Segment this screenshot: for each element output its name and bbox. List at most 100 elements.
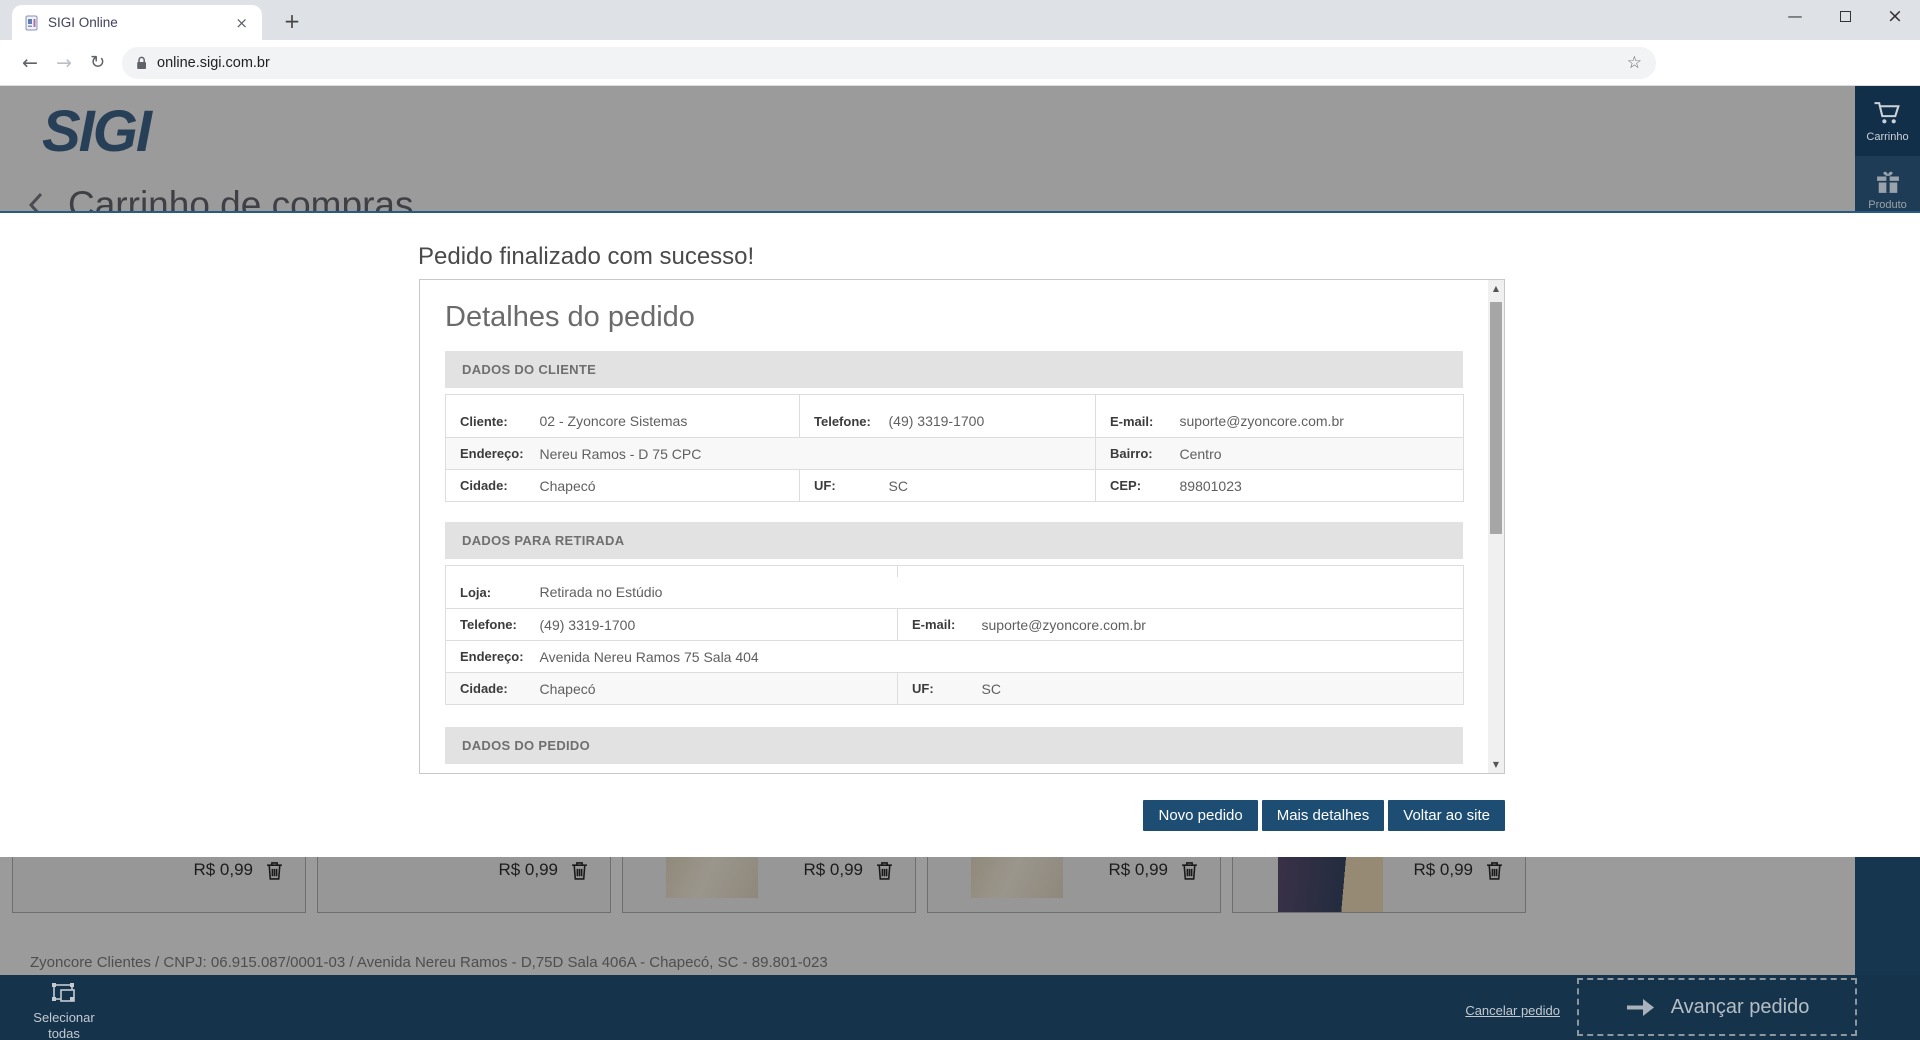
field-value: SC — [978, 673, 1464, 705]
window-close-button[interactable]: × — [1870, 0, 1920, 32]
advance-order-label: Avançar pedido — [1671, 996, 1810, 1019]
field-value: Chapecó — [536, 673, 898, 705]
new-order-button[interactable]: Novo pedido — [1143, 800, 1257, 831]
field-value: 89801023 — [1176, 470, 1464, 502]
field-value: Avenida Nereu Ramos 75 Sala 404 — [536, 641, 1464, 673]
address-bar[interactable]: online.sigi.com.br ☆ — [122, 47, 1656, 79]
order-success-modal: Pedido finalizado com sucesso! Detalhes … — [0, 211, 1920, 857]
order-details-content: Detalhes do pedido DADOS DO CLIENTE Clie… — [420, 280, 1488, 773]
client-data-table: Cliente: 02 - Zyoncore Sistemas Telefone… — [445, 394, 1464, 502]
scroll-down-icon[interactable]: ▼ — [1488, 760, 1504, 769]
field-value: Nereu Ramos - D 75 CPC — [536, 438, 1096, 470]
table-row: Cidade: Chapecó UF: SC CEP: 89801023 — [446, 470, 1464, 502]
browser-window: SIGI Online × + — × ← → ↻ online.sigi.co… — [0, 0, 1920, 1040]
field-value: 02 - Zyoncore Sistemas — [536, 406, 800, 438]
field-label: Telefone: — [800, 406, 885, 438]
field-value: SC — [885, 470, 1096, 502]
field-value: (49) 3319-1700 — [536, 609, 898, 641]
forward-icon[interactable]: → — [56, 52, 72, 74]
details-heading: Detalhes do pedido — [445, 301, 1463, 335]
window-controls: — × — [1770, 0, 1920, 32]
tab-close-icon[interactable]: × — [231, 14, 252, 32]
table-row: Endereço: Avenida Nereu Ramos 75 Sala 40… — [446, 641, 1464, 673]
sigi-logo: SIGI — [42, 98, 150, 165]
field-value: suporte@zyoncore.com.br — [978, 609, 1464, 641]
panel-scrollbar[interactable]: ▲ ▼ — [1488, 280, 1504, 773]
table-row: Loja: Retirada no Estúdio — [446, 577, 1464, 609]
field-value: suporte@zyoncore.com.br — [1176, 406, 1464, 438]
new-tab-button[interactable]: + — [278, 8, 306, 36]
more-details-button[interactable]: Mais detalhes — [1262, 800, 1385, 831]
field-label: E-mail: — [898, 609, 978, 641]
trash-icon[interactable] — [1181, 861, 1198, 880]
scrollbar-thumb[interactable] — [1490, 302, 1502, 534]
sidebar-label: Carrinho — [1866, 131, 1908, 143]
field-label: UF: — [898, 673, 978, 705]
scroll-up-icon[interactable]: ▲ — [1488, 284, 1504, 293]
item-price: R$ 0,99 — [1108, 860, 1168, 880]
cart-icon — [1873, 100, 1903, 126]
tab-title: SIGI Online — [48, 15, 231, 30]
item-price: R$ 0,99 — [193, 860, 253, 880]
sidebar-label: Produto — [1868, 199, 1907, 211]
trash-icon[interactable] — [571, 861, 588, 880]
table-row: Endereço: Nereu Ramos - D 75 CPC Bairro:… — [446, 438, 1464, 470]
tab-strip: SIGI Online × + — × — [0, 0, 1920, 40]
window-minimize-button[interactable]: — — [1770, 0, 1820, 32]
field-label: Bairro: — [1096, 438, 1176, 470]
field-value: Centro — [1176, 438, 1464, 470]
field-label: Endereço: — [446, 641, 536, 673]
sigi-favicon — [24, 15, 40, 31]
sidebar-item-carrinho[interactable]: Carrinho — [1855, 86, 1920, 156]
company-footer-info: Zyoncore Clientes / CNPJ: 06.915.087/000… — [30, 954, 828, 971]
cancel-order-link[interactable]: Cancelar pedido — [1465, 1003, 1560, 1018]
section-header-order: DADOS DO PEDIDO — [445, 727, 1463, 764]
table-row: Cliente: 02 - Zyoncore Sistemas Telefone… — [446, 406, 1464, 438]
table-row: Telefone: (49) 3319-1700 E-mail: suporte… — [446, 609, 1464, 641]
window-maximize-button[interactable] — [1820, 0, 1870, 32]
bookmark-star-icon[interactable]: ☆ — [1627, 53, 1642, 73]
trash-icon[interactable] — [1486, 861, 1503, 880]
field-label: Cidade: — [446, 673, 536, 705]
item-price: R$ 0,99 — [1413, 860, 1473, 880]
trash-icon[interactable] — [876, 861, 893, 880]
pickup-data-table: Loja: Retirada no Estúdio Telefone: (49)… — [445, 565, 1464, 705]
product-image — [666, 856, 758, 898]
section-header-client: DADOS DO CLIENTE — [445, 351, 1463, 388]
product-image — [971, 856, 1063, 898]
select-all-label-line2: todas — [28, 1026, 100, 1040]
lock-icon — [136, 56, 147, 70]
item-price: R$ 0,99 — [803, 860, 863, 880]
field-value: Retirada no Estúdio — [536, 577, 1464, 609]
field-label: E-mail: — [1096, 406, 1176, 438]
select-all-icon — [49, 981, 79, 1005]
back-icon[interactable]: ← — [22, 52, 38, 74]
browser-tab[interactable]: SIGI Online × — [12, 5, 262, 40]
back-to-site-button[interactable]: Voltar ao site — [1388, 800, 1505, 831]
field-value: (49) 3319-1700 — [885, 406, 1096, 438]
item-price: R$ 0,99 — [498, 860, 558, 880]
field-label: Endereço: — [446, 438, 536, 470]
trash-icon[interactable] — [266, 861, 283, 880]
field-label: Cidade: — [446, 470, 536, 502]
select-all-label-line1: Selecionar — [28, 1010, 100, 1026]
field-label: Loja: — [446, 577, 536, 609]
advance-order-button[interactable]: Avançar pedido — [1577, 978, 1857, 1036]
field-label: UF: — [800, 470, 885, 502]
table-row: Cidade: Chapecó UF: SC — [446, 673, 1464, 705]
field-label: Cliente: — [446, 406, 536, 438]
field-label: CEP: — [1096, 470, 1176, 502]
field-label: Telefone: — [446, 609, 536, 641]
gift-icon — [1876, 171, 1900, 194]
reload-icon[interactable]: ↻ — [90, 52, 105, 73]
order-details-panel: Detalhes do pedido DADOS DO CLIENTE Clie… — [419, 279, 1505, 774]
product-image — [1278, 856, 1383, 912]
select-all-button[interactable]: Selecionar todas — [28, 981, 100, 1040]
maximize-icon — [1840, 11, 1851, 22]
arrow-right-icon — [1625, 999, 1655, 1016]
modal-buttons: Novo pedido Mais detalhes Voltar ao site — [1143, 800, 1505, 831]
section-header-pickup: DADOS PARA RETIRADA — [445, 522, 1463, 559]
url-text[interactable]: online.sigi.com.br — [157, 55, 1627, 71]
bottom-action-bar: Selecionar todas Cancelar pedido Avançar… — [0, 975, 1920, 1040]
field-value: Chapecó — [536, 470, 800, 502]
